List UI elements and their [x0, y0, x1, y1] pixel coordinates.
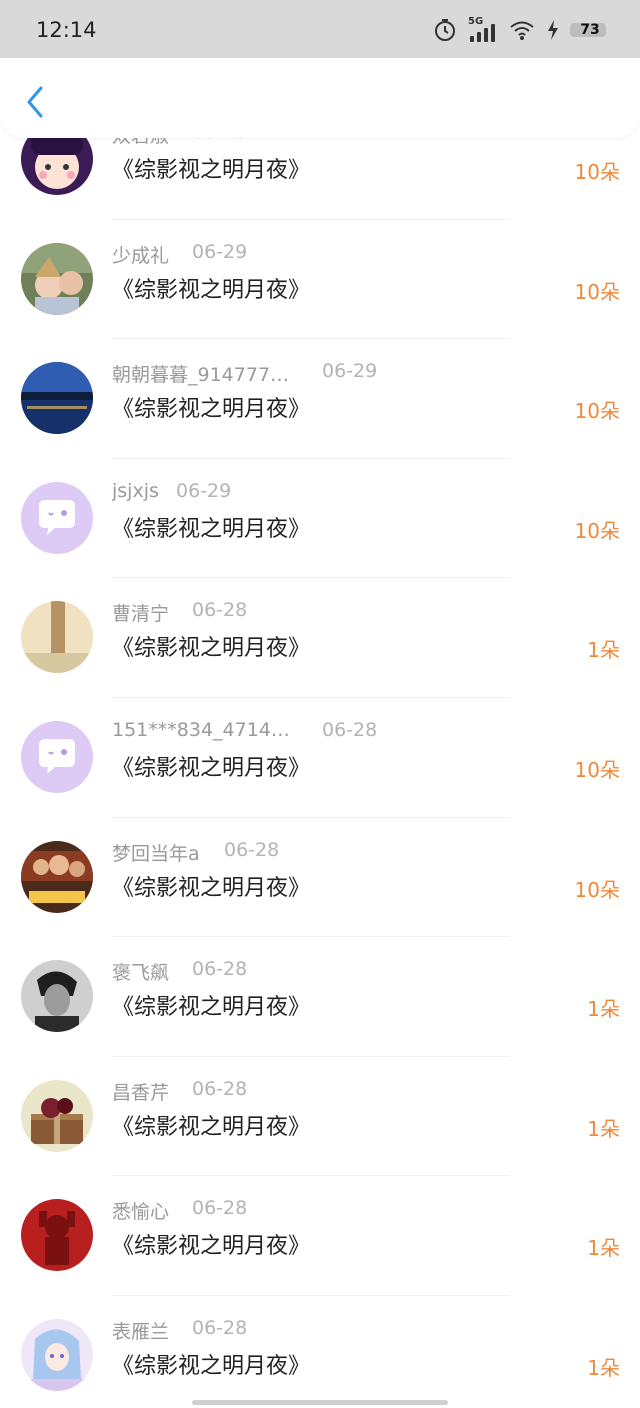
user-name: 表雁兰	[112, 1320, 170, 1343]
avatar[interactable]	[21, 138, 93, 195]
user-name: 梦回当年a	[112, 842, 200, 865]
top-nav-bar	[0, 58, 640, 138]
flower-count: 1朵	[587, 1116, 620, 1141]
book-title: 《综影视之明月夜》	[112, 995, 311, 1021]
list-item[interactable]: 褒飞飙 06-28 《综影视之明月夜》 1朵	[0, 937, 640, 1057]
user-name: 褒飞飙	[112, 962, 170, 985]
user-name: 151***834_4714…	[112, 718, 290, 741]
status-icons: 5G 73	[432, 14, 610, 46]
gift-date: 06-28	[192, 1197, 248, 1220]
gift-date: 06-29	[192, 138, 247, 143]
list-item[interactable]: 朝朝暮暮_914777… 06-29 《综影视之明月夜》 10朵	[0, 339, 640, 459]
avatar[interactable]	[21, 601, 93, 674]
flower-count: 10朵	[574, 518, 620, 543]
gift-date: 06-29	[176, 479, 232, 502]
book-title: 《综影视之明月夜》	[112, 755, 311, 781]
flower-count: 10朵	[574, 399, 620, 424]
user-name: jsjxjs	[112, 479, 159, 502]
gift-date: 06-28	[192, 958, 248, 981]
gift-date: 06-28	[224, 838, 280, 861]
flower-count: 1朵	[587, 997, 620, 1022]
flower-count: 10朵	[574, 160, 620, 184]
back-button[interactable]	[18, 82, 52, 122]
list-item[interactable]: 曹清宁 06-28 《综影视之明月夜》 1朵	[0, 578, 640, 698]
status-time: 12:14	[36, 18, 97, 42]
gift-date: 06-29	[322, 360, 378, 383]
gift-record-list[interactable]: 双若淑06-29《综影视之明月夜》10朵少成礼06-29《综影视之明月夜》10朵…	[0, 138, 640, 1408]
home-indicator[interactable]	[192, 1400, 448, 1405]
gift-date: 06-28	[192, 599, 248, 622]
user-name: 昌香芹	[112, 1081, 170, 1104]
flower-count: 10朵	[574, 279, 620, 304]
battery-icon: 73	[570, 19, 610, 41]
flower-count: 10朵	[574, 877, 620, 902]
signal-5g-icon: 5G	[468, 16, 498, 44]
book-title: 《综影视之明月夜》	[112, 875, 311, 901]
avatar[interactable]	[21, 840, 93, 913]
list-item[interactable]: 梦回当年a 06-28 《综影视之明月夜》 10朵	[0, 818, 640, 938]
wifi-icon	[508, 18, 536, 42]
timer-icon	[432, 17, 458, 43]
avatar[interactable]	[21, 242, 93, 315]
flower-count: 10朵	[574, 757, 620, 782]
list-item[interactable]: 昌香芹 06-28 《综影视之明月夜》 1朵	[0, 1057, 640, 1177]
battery-level: 73	[580, 22, 600, 38]
user-name: 悉愉心	[112, 1201, 170, 1224]
book-title: 《综影视之明月夜》	[112, 1114, 311, 1140]
book-title: 《综影视之明月夜》	[112, 516, 311, 542]
flower-count: 1朵	[587, 1355, 620, 1380]
gift-date: 06-28	[192, 1077, 248, 1100]
avatar[interactable]	[21, 1079, 93, 1152]
avatar[interactable]	[21, 481, 93, 554]
user-name: 朝朝暮暮_914777…	[112, 364, 290, 387]
gift-date: 06-28	[192, 1316, 248, 1339]
flower-count: 1朵	[587, 638, 620, 663]
list-item[interactable]: 151***834_4714… 06-28 《综影视之明月夜》 10朵	[0, 698, 640, 818]
user-name: 双若淑	[112, 138, 169, 148]
book-title: 《综影视之明月夜》	[112, 397, 311, 423]
book-title: 《综影视之明月夜》	[112, 1353, 311, 1379]
status-bar: 12:14 5G 73	[0, 0, 640, 58]
list-item[interactable]: jsjxjs 06-29 《综影视之明月夜》 10朵	[0, 459, 640, 579]
gift-date: 06-29	[192, 240, 248, 263]
book-title: 《综影视之明月夜》	[112, 158, 311, 183]
list-item[interactable]: 双若淑 06-29 《综影视之明月夜》 10朵	[0, 138, 640, 220]
chevron-left-icon	[27, 86, 43, 118]
book-title: 《综影视之明月夜》	[112, 277, 311, 303]
avatar[interactable]	[21, 1199, 93, 1272]
avatar[interactable]	[21, 960, 93, 1033]
list-item[interactable]: 悉愉心 06-28 《综影视之明月夜》 1朵	[0, 1176, 640, 1296]
list-item[interactable]: 表雁兰 06-28 《综影视之明月夜》 1朵	[0, 1296, 640, 1408]
user-name: 曹清宁	[112, 603, 170, 626]
list-item[interactable]: 少成礼 06-29 《综影视之明月夜》 10朵	[0, 220, 640, 340]
avatar[interactable]	[21, 362, 93, 435]
user-name: 少成礼	[112, 244, 170, 267]
charging-icon	[546, 19, 560, 41]
book-title: 《综影视之明月夜》	[112, 1234, 311, 1260]
gift-date: 06-28	[322, 718, 378, 741]
avatar[interactable]	[21, 720, 93, 793]
book-title: 《综影视之明月夜》	[112, 636, 311, 662]
avatar[interactable]	[21, 1318, 93, 1391]
flower-count: 1朵	[587, 1236, 620, 1261]
